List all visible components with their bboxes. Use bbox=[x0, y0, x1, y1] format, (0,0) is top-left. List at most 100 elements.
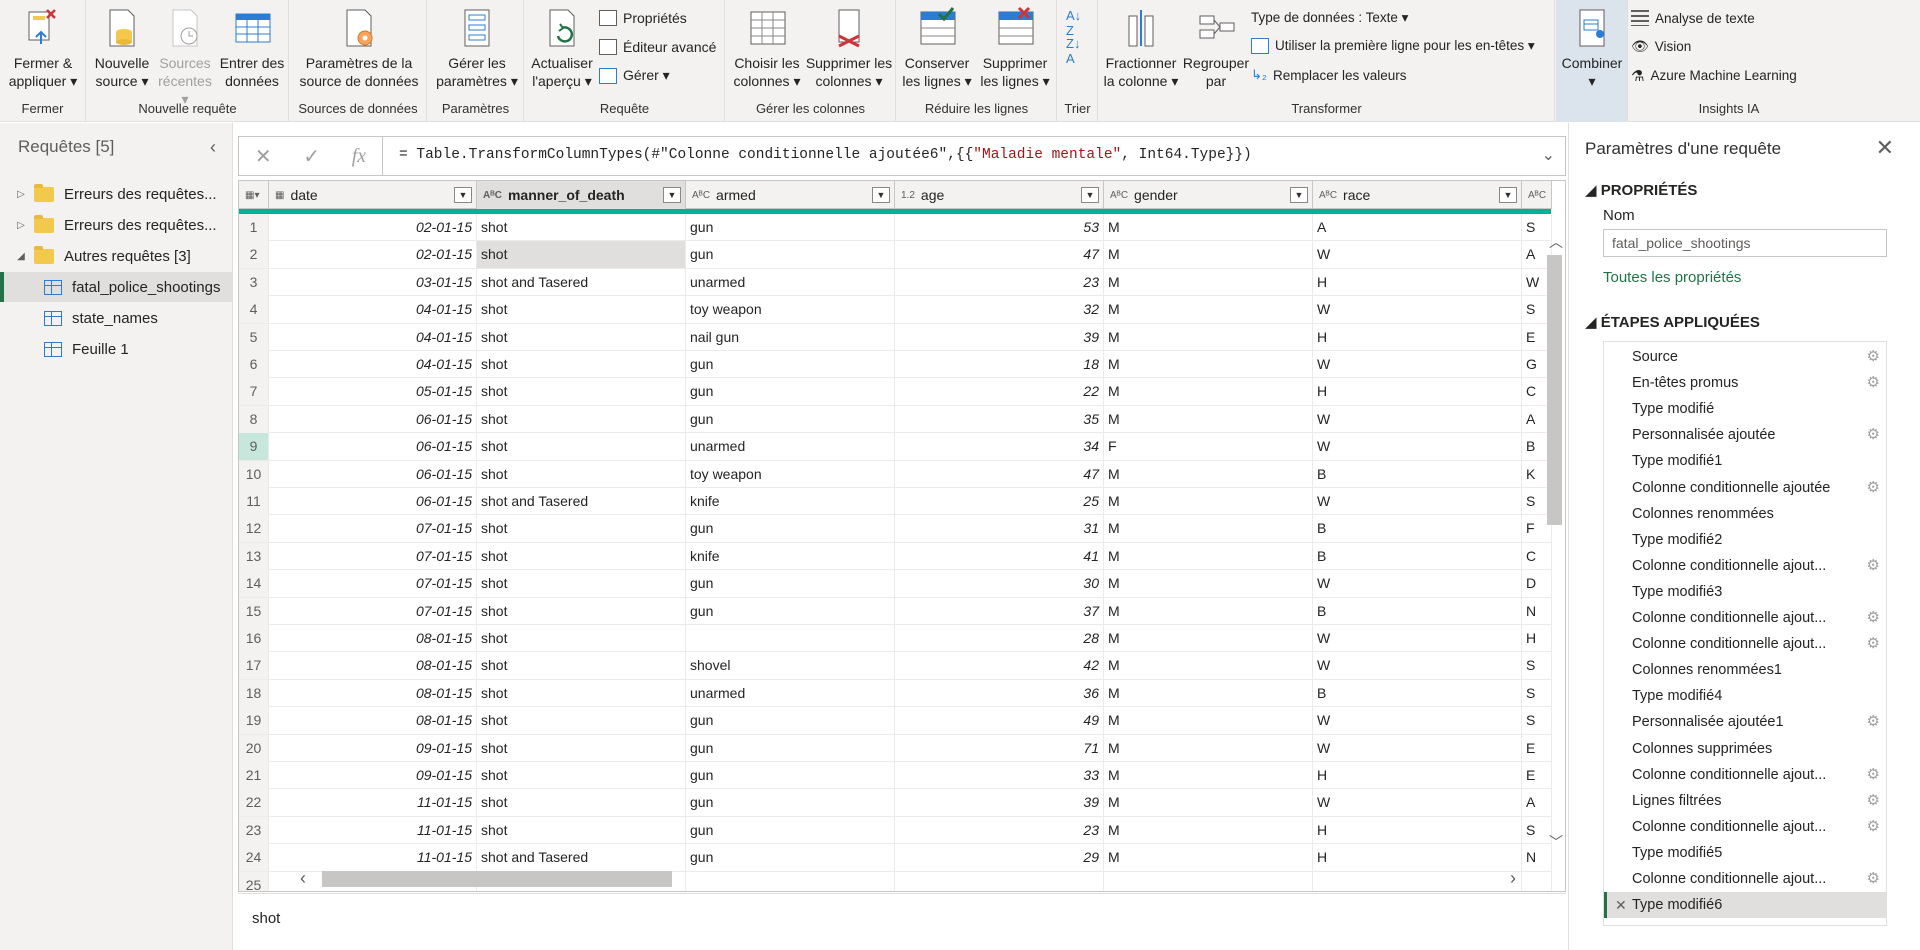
scroll-up-icon[interactable]: ︿ bbox=[1549, 232, 1563, 252]
column-filter-icon[interactable]: ▼ bbox=[872, 187, 890, 203]
expand-icon[interactable]: ▷ bbox=[14, 189, 28, 200]
table-cell[interactable]: 23 bbox=[895, 268, 1104, 296]
table-cell[interactable] bbox=[1522, 871, 1552, 891]
table-cell[interactable] bbox=[1104, 871, 1313, 891]
table-cell[interactable]: shot bbox=[477, 460, 686, 488]
table-cell[interactable]: gun bbox=[686, 351, 895, 378]
applied-step[interactable]: Lignes filtrées ⚙ bbox=[1604, 788, 1886, 814]
table-cell[interactable] bbox=[895, 871, 1104, 891]
close-icon[interactable]: ✕ bbox=[1876, 135, 1894, 161]
table-cell[interactable]: shot bbox=[477, 515, 686, 543]
table-cell[interactable]: A bbox=[1522, 789, 1552, 817]
applied-step[interactable]: Colonnes renommées bbox=[1604, 501, 1886, 527]
remove-columns-button[interactable]: Supprimer les colonnes ▾ bbox=[804, 6, 894, 90]
gear-icon[interactable]: ⚙ bbox=[1867, 344, 1880, 370]
table-cell[interactable]: E bbox=[1522, 762, 1552, 789]
table-cell[interactable]: W bbox=[1313, 351, 1522, 378]
table-cell[interactable]: M bbox=[1104, 707, 1313, 735]
query-item-fatal-police-shootings[interactable]: fatal_police_shootings bbox=[0, 272, 233, 302]
expand-icon[interactable]: ▷ bbox=[14, 220, 28, 231]
column-header-age[interactable]: 1.2 age ▼ bbox=[895, 181, 1104, 209]
table-cell[interactable]: W bbox=[1313, 652, 1522, 680]
table-cell[interactable]: M bbox=[1104, 625, 1313, 652]
column-filter-icon[interactable]: ▼ bbox=[663, 187, 681, 203]
applied-step[interactable]: Type modifié1 bbox=[1604, 448, 1886, 474]
data-type-dropdown[interactable]: Type de données : Texte ▾ bbox=[1251, 10, 1408, 26]
table-cell[interactable]: W bbox=[1313, 734, 1522, 762]
column-type-icon[interactable]: AᴮC bbox=[1319, 190, 1337, 201]
table-cell[interactable]: shot bbox=[477, 241, 686, 269]
applied-step[interactable]: Colonne conditionnelle ajout... ⚙ bbox=[1604, 631, 1886, 657]
table-cell[interactable]: M bbox=[1104, 734, 1313, 762]
table-cell[interactable]: M bbox=[1104, 214, 1313, 241]
table-cell[interactable]: W bbox=[1313, 405, 1522, 433]
table-cell[interactable]: M bbox=[1104, 679, 1313, 707]
table-cell[interactable]: E bbox=[1522, 734, 1552, 762]
close-apply-button[interactable]: Fermer & appliquer ▾ bbox=[6, 6, 80, 90]
table-menu-icon[interactable]: ▦▾ bbox=[245, 190, 259, 201]
applied-step[interactable]: Colonne conditionnelle ajoutée ⚙ bbox=[1604, 475, 1886, 501]
table-cell[interactable]: shot bbox=[477, 625, 686, 652]
table-cell[interactable]: shot bbox=[477, 707, 686, 735]
fx-icon[interactable]: fx bbox=[352, 145, 366, 168]
table-cell[interactable]: 22 bbox=[895, 378, 1104, 406]
table-cell[interactable]: gun bbox=[686, 214, 895, 241]
table-cell[interactable]: B bbox=[1313, 597, 1522, 625]
group-by-button[interactable]: Regrouper par bbox=[1183, 6, 1249, 90]
table-cell[interactable]: H bbox=[1313, 378, 1522, 406]
table-cell[interactable]: 06-01-15 bbox=[269, 433, 477, 461]
table-cell[interactable]: 35 bbox=[895, 405, 1104, 433]
table-cell[interactable]: shot and Tasered bbox=[477, 268, 686, 296]
table-cell[interactable]: H bbox=[1313, 844, 1522, 872]
column-type-icon[interactable]: 1.2 bbox=[901, 190, 915, 201]
query-group-other[interactable]: ◢ Autres requêtes [3] bbox=[0, 241, 233, 271]
table-cell[interactable]: 31 bbox=[895, 515, 1104, 543]
applied-step[interactable]: En-têtes promus ⚙ bbox=[1604, 370, 1886, 396]
applied-step[interactable]: Colonne conditionnelle ajout... ⚙ bbox=[1604, 762, 1886, 788]
column-type-icon[interactable]: AᴮC bbox=[483, 190, 502, 201]
table-cell[interactable]: 06-01-15 bbox=[269, 488, 477, 515]
table-cell[interactable]: gun bbox=[686, 707, 895, 735]
advanced-editor-button[interactable]: Éditeur avancé bbox=[599, 39, 716, 55]
table-cell[interactable]: B bbox=[1313, 460, 1522, 488]
table-cell[interactable]: S bbox=[1522, 816, 1552, 844]
table-cell[interactable]: H bbox=[1313, 323, 1522, 351]
table-cell[interactable]: W bbox=[1313, 488, 1522, 515]
table-cell[interactable]: 29 bbox=[895, 844, 1104, 872]
table-cell[interactable]: M bbox=[1104, 488, 1313, 515]
table-cell[interactable]: S bbox=[1522, 214, 1552, 241]
azure-ml-button[interactable]: ⚗ Azure Machine Learning bbox=[1631, 67, 1797, 86]
table-cell[interactable]: W bbox=[1313, 625, 1522, 652]
table-cell[interactable]: M bbox=[1104, 515, 1313, 543]
table-cell[interactable]: shot bbox=[477, 323, 686, 351]
manage-button[interactable]: Gérer ▾ bbox=[599, 67, 670, 84]
table-cell[interactable]: 09-01-15 bbox=[269, 762, 477, 789]
table-cell[interactable]: unarmed bbox=[686, 268, 895, 296]
table-cell[interactable]: shot bbox=[477, 652, 686, 680]
query-name-input[interactable]: fatal_police_shootings bbox=[1603, 229, 1887, 257]
gear-icon[interactable]: ⚙ bbox=[1867, 814, 1880, 840]
refresh-preview-button[interactable]: Actualiser l'aperçu ▾ bbox=[529, 6, 595, 90]
applied-step[interactable]: Type modifié3 bbox=[1604, 579, 1886, 605]
table-cell[interactable]: H bbox=[1522, 625, 1552, 652]
gear-icon[interactable]: ⚙ bbox=[1867, 605, 1880, 631]
table-cell[interactable]: S bbox=[1522, 707, 1552, 735]
table-cell[interactable]: H bbox=[1313, 268, 1522, 296]
query-group-errors-1[interactable]: ▷ Erreurs des requêtes... bbox=[0, 179, 233, 209]
table-cell[interactable]: gun bbox=[686, 241, 895, 269]
table-cell[interactable]: F bbox=[1104, 433, 1313, 461]
applied-step[interactable]: Type modifié6 ✕ bbox=[1604, 892, 1886, 919]
table-cell[interactable]: H bbox=[1313, 816, 1522, 844]
gear-icon[interactable]: ⚙ bbox=[1867, 553, 1880, 579]
table-cell[interactable]: 49 bbox=[895, 707, 1104, 735]
table-cell[interactable]: shot and Tasered bbox=[477, 844, 686, 872]
table-cell[interactable]: M bbox=[1104, 542, 1313, 570]
table-cell[interactable]: W bbox=[1313, 296, 1522, 324]
column-filter-icon[interactable]: ▼ bbox=[1290, 187, 1308, 203]
table-cell[interactable]: W bbox=[1313, 433, 1522, 461]
table-cell[interactable]: shot bbox=[477, 405, 686, 433]
table-cell[interactable]: shovel bbox=[686, 652, 895, 680]
table-cell[interactable] bbox=[1313, 871, 1522, 891]
table-cell[interactable]: A bbox=[1313, 214, 1522, 241]
table-cell[interactable]: 30 bbox=[895, 570, 1104, 598]
